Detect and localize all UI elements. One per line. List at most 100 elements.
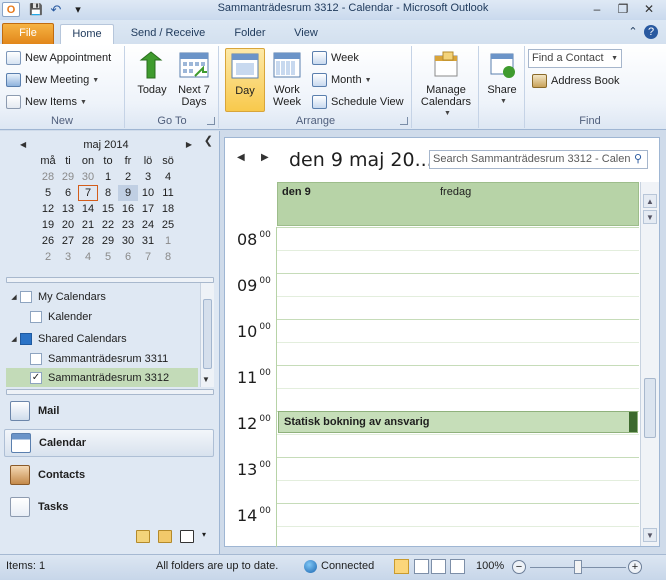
reading-view-icon[interactable] <box>414 559 429 574</box>
hour-row[interactable]: 14 00 <box>225 503 639 547</box>
date-navigator-day[interactable]: 22 <box>98 217 118 233</box>
manage-calendars-button[interactable]: Manage Calendars ▼ <box>416 48 476 117</box>
time-grid[interactable]: 08 00 09 00 10 00 11 00 12 00 Statisk bokning av a… <box>225 227 639 547</box>
date-navigator-day[interactable]: 13 <box>58 201 78 217</box>
folder-item-kalender[interactable]: Kalender <box>30 307 92 326</box>
notes-icon[interactable] <box>136 530 150 543</box>
room-3311-checkbox[interactable] <box>30 352 42 365</box>
calendar-search-input[interactable]: Search Sammanträdesrum 3312 - Calen ⚲ <box>429 150 648 169</box>
kalender-checkbox[interactable] <box>30 310 42 323</box>
date-navigator-day[interactable]: 7 <box>78 185 98 201</box>
nav-mail-button[interactable]: Mail <box>4 397 214 425</box>
scroll-down-icon[interactable]: ▼ <box>643 528 657 542</box>
folder-item-room-3311[interactable]: Sammanträdesrum 3311 <box>30 349 168 368</box>
zoom-slider-thumb[interactable] <box>574 560 582 574</box>
my-calendars-checkbox[interactable] <box>20 290 32 303</box>
expand-triangle-icon[interactable]: ◢ <box>8 335 20 343</box>
collapse-ribbon-icon[interactable]: ⌃ <box>626 25 640 39</box>
back-arrow-icon[interactable]: ◀ <box>237 152 245 163</box>
day-view-button[interactable]: Day <box>225 48 265 112</box>
new-appointment-button[interactable]: New Appointment <box>6 48 111 68</box>
tab-view[interactable]: View <box>284 24 328 44</box>
customize-quick-access-icon[interactable]: ▾ <box>72 2 84 17</box>
scroll-down-icon[interactable]: ▼ <box>202 375 210 384</box>
share-button[interactable]: Share ▼ <box>483 48 521 114</box>
undo-icon[interactable]: ↶ <box>48 2 64 17</box>
time-slot[interactable] <box>277 365 639 388</box>
time-slot[interactable] <box>277 434 639 457</box>
zoom-in-button[interactable]: + <box>628 560 642 574</box>
help-icon[interactable]: ? <box>644 25 658 39</box>
tab-home[interactable]: Home <box>60 24 114 44</box>
date-navigator-day[interactable]: 10 <box>138 185 158 201</box>
date-navigator-day[interactable]: 8 <box>158 249 178 265</box>
nav-tasks-button[interactable]: Tasks <box>4 493 214 521</box>
hour-row[interactable]: 13 00 <box>225 457 639 503</box>
date-navigator-day[interactable]: 30 <box>78 169 98 185</box>
tab-folder[interactable]: Folder <box>224 24 276 44</box>
tab-file[interactable]: File <box>2 23 54 44</box>
outlook-app-icon[interactable]: O <box>2 2 20 17</box>
time-slot[interactable] <box>277 526 639 547</box>
date-navigator-day[interactable]: 5 <box>98 249 118 265</box>
date-navigator-day[interactable]: 24 <box>138 217 158 233</box>
hour-row[interactable]: 08 00 <box>225 227 639 273</box>
date-navigator-day[interactable]: 29 <box>98 233 118 249</box>
scrollbar-thumb[interactable] <box>203 299 212 369</box>
collapse-navigation-pane-icon[interactable]: ❮ <box>204 134 213 147</box>
date-navigator-day[interactable]: 26 <box>38 233 58 249</box>
date-navigator-day[interactable]: 25 <box>158 217 178 233</box>
date-navigator-day[interactable]: 30 <box>118 233 138 249</box>
date-navigator-day[interactable]: 21 <box>78 217 98 233</box>
folder-group-my-calendars[interactable]: ◢ My Calendars <box>8 287 106 306</box>
scroll-up-icon[interactable]: ▲ <box>643 194 657 208</box>
date-navigator-day[interactable]: 29 <box>58 169 78 185</box>
chevron-down-icon[interactable]: ▼ <box>611 50 618 67</box>
date-navigator-day[interactable]: 27 <box>58 233 78 249</box>
date-navigator-day[interactable]: 6 <box>58 185 78 201</box>
date-navigator-day[interactable]: 18 <box>158 201 178 217</box>
nav-calendar-button[interactable]: Calendar <box>4 429 214 457</box>
normal-view-icon[interactable] <box>394 559 409 574</box>
time-slot[interactable] <box>277 273 639 296</box>
new-items-button[interactable]: New Items ▼ <box>6 92 87 112</box>
time-slot[interactable] <box>277 296 639 319</box>
date-navigator-day[interactable]: 3 <box>58 249 78 265</box>
date-navigator-day[interactable]: 2 <box>38 249 58 265</box>
arrange-dialog-launcher-icon[interactable] <box>400 117 408 125</box>
date-navigator-day[interactable]: 1 <box>158 233 178 249</box>
calendar-scrollbar[interactable]: ▲ ▼ ▼ <box>640 182 659 546</box>
next-month-icon[interactable]: ▶ <box>186 137 192 153</box>
date-navigator-day[interactable]: 31 <box>138 233 158 249</box>
zoom-level-text[interactable]: 100% <box>476 560 504 572</box>
tab-send-receive[interactable]: Send / Receive <box>122 24 214 44</box>
time-slot[interactable] <box>277 250 639 273</box>
date-navigator-day[interactable]: 28 <box>78 233 98 249</box>
date-navigator-day[interactable]: 4 <box>78 249 98 265</box>
appointment[interactable]: Statisk bokning av ansvarig <box>278 411 638 433</box>
date-navigator-day[interactable]: 17 <box>138 201 158 217</box>
scrollbar-thumb[interactable] <box>644 378 656 438</box>
date-navigator-day[interactable]: 15 <box>98 201 118 217</box>
compact-view-icon[interactable] <box>450 559 465 574</box>
date-navigator-day[interactable]: 28 <box>38 169 58 185</box>
date-navigator-day[interactable]: 23 <box>118 217 138 233</box>
date-navigator-day[interactable]: 12 <box>38 201 58 217</box>
time-slot[interactable] <box>277 388 639 411</box>
month-view-button[interactable]: Month ▼ <box>312 70 372 90</box>
time-slot[interactable] <box>277 457 639 480</box>
next-7-days-button[interactable]: Next 7 Days <box>174 48 214 114</box>
date-navigator-day[interactable]: 6 <box>118 249 138 265</box>
expand-triangle-icon[interactable]: ◢ <box>8 293 20 301</box>
hour-row[interactable]: 11 00 <box>225 365 639 411</box>
restore-button[interactable]: ❐ <box>610 1 636 17</box>
shortcuts-icon[interactable] <box>180 530 194 543</box>
new-meeting-button[interactable]: New Meeting ▼ <box>6 70 99 90</box>
room-3312-checkbox[interactable]: ✓ <box>30 371 42 384</box>
date-navigator-day[interactable]: 3 <box>138 169 158 185</box>
zoom-out-button[interactable]: − <box>512 560 526 574</box>
goto-dialog-launcher-icon[interactable] <box>207 117 215 125</box>
shared-calendars-checkbox[interactable] <box>20 332 32 345</box>
time-slot[interactable] <box>277 319 639 342</box>
folder-item-room-3312[interactable]: ✓ Sammanträdesrum 3312 <box>6 368 198 387</box>
